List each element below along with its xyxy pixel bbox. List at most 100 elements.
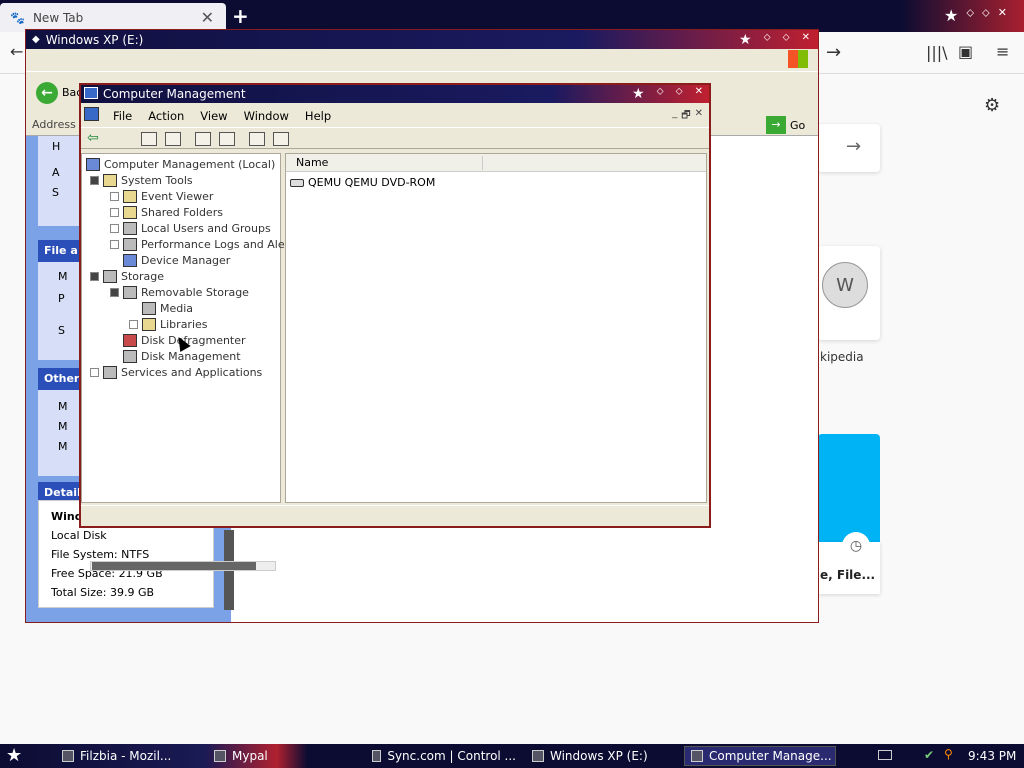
tree-item-media[interactable]: Media <box>142 302 193 315</box>
go-arrow-icon[interactable]: → <box>766 116 786 134</box>
storage-icon <box>103 270 117 283</box>
highlight-card-image[interactable] <box>818 434 880 542</box>
mdi-restore-button[interactable]: 🗗 <box>681 108 690 125</box>
browser-tab[interactable]: 🐾 New Tab ✕ <box>0 3 226 32</box>
menu-view[interactable]: View <box>192 109 235 123</box>
expand-icon[interactable] <box>110 240 119 249</box>
show-hide-tree-icon[interactable] <box>165 132 181 146</box>
tree-item-performance-logs[interactable]: Performance Logs and Alert: <box>110 238 297 251</box>
expand-icon[interactable] <box>110 224 119 233</box>
tree-item-local-users[interactable]: Local Users and Groups <box>110 222 271 235</box>
tree-item-system-tools[interactable]: System Tools <box>90 174 193 187</box>
mdi-close-button[interactable]: ✕ <box>695 108 703 125</box>
tree-label: Services and Applications <box>121 366 263 379</box>
column-header-name[interactable]: Name <box>286 154 706 172</box>
close-button[interactable]: ✕ <box>802 32 810 48</box>
maximize-button[interactable]: ⬦ <box>676 86 683 102</box>
taskbar-item-active[interactable]: Computer Manage... <box>684 746 836 766</box>
properties-icon[interactable] <box>273 132 289 146</box>
column-divider[interactable] <box>482 156 483 170</box>
forward-arrow-icon[interactable]: → <box>826 42 841 63</box>
top-site-tile-wikipedia[interactable]: W <box>818 246 880 340</box>
tree-item-event-viewer[interactable]: Event Viewer <box>110 190 213 203</box>
task-item[interactable]: M <box>58 400 68 413</box>
start-button[interactable]: ★ <box>6 745 22 766</box>
computer-icon <box>691 750 703 762</box>
collapse-icon[interactable] <box>90 176 99 185</box>
tree-item-removable-storage[interactable]: Removable Storage <box>110 286 249 299</box>
task-item[interactable]: M <box>58 420 68 433</box>
go-label[interactable]: Go <box>790 119 805 132</box>
explorer-title-bar[interactable]: ◆ Windows XP (E:) ★ ⬦ ⬦ ✕ <box>26 30 818 49</box>
tree-item-device-manager[interactable]: Device Manager <box>123 254 230 267</box>
export-list-icon[interactable] <box>219 132 235 146</box>
up-folder-icon[interactable] <box>141 132 157 146</box>
task-item[interactable]: H <box>52 140 60 153</box>
browser-tab-title: New Tab <box>32 10 84 25</box>
task-item[interactable]: P <box>58 292 65 305</box>
shared-folder-icon <box>123 206 137 219</box>
address-label: Address <box>32 118 76 131</box>
taskbar-label: Windows XP (E:) <box>550 749 648 763</box>
expand-icon[interactable] <box>129 320 138 329</box>
menu-help[interactable]: Help <box>297 109 339 123</box>
network-icon[interactable]: ✔ <box>924 748 934 762</box>
gear-icon[interactable]: ⚙ <box>984 95 1000 116</box>
collapse-icon[interactable] <box>90 272 99 281</box>
search-icon[interactable]: ⚲ <box>944 747 953 761</box>
tree-label: Shared Folders <box>141 206 223 219</box>
tree-item-libraries[interactable]: Libraries <box>129 318 208 331</box>
tree-item-disk-management[interactable]: Disk Management <box>123 350 241 363</box>
list-item[interactable]: QEMU QEMU DVD-ROM <box>290 176 435 189</box>
library-icon[interactable]: |||\ <box>926 43 948 62</box>
expand-icon[interactable] <box>90 368 99 377</box>
mdi-minimize-button[interactable]: _ <box>672 108 677 125</box>
new-tab-button[interactable]: + <box>232 4 249 28</box>
minimize-button[interactable]: ⬦ <box>764 32 771 48</box>
collapse-icon[interactable] <box>110 288 119 297</box>
task-item[interactable]: M <box>58 440 68 453</box>
back-arrow-icon[interactable]: ⇦ <box>87 130 99 146</box>
taskbar-item[interactable]: Windows XP (E:) <box>526 746 676 766</box>
cm-title-bar[interactable]: Computer Management ★ ⬦ ⬦ ✕ <box>81 85 709 103</box>
menu-icon[interactable]: ≡ <box>996 42 1009 61</box>
task-item[interactable]: S <box>58 324 65 337</box>
scrollbar-thumb[interactable] <box>92 562 256 570</box>
minimize-button[interactable]: ⬦ <box>657 86 664 102</box>
menu-file[interactable]: File <box>105 109 140 123</box>
back-button[interactable]: ← <box>36 82 58 104</box>
minimize-button[interactable]: ⬦ <box>966 6 974 25</box>
maximize-button[interactable]: ⬦ <box>982 6 990 25</box>
sidebar-icon[interactable]: ▣ <box>958 42 973 61</box>
help-icon[interactable] <box>249 132 265 146</box>
menu-action[interactable]: Action <box>140 109 192 123</box>
expand-icon[interactable] <box>110 192 119 201</box>
refresh-icon[interactable] <box>195 132 211 146</box>
taskbar-item[interactable]: Sync.com | Control ... <box>366 746 516 766</box>
search-submit-button[interactable]: → <box>818 124 880 172</box>
maximize-button[interactable]: ⬦ <box>783 32 790 48</box>
tree-label: Storage <box>121 270 165 283</box>
tab-close-icon[interactable]: ✕ <box>201 8 214 27</box>
tree-item-storage[interactable]: Storage <box>90 270 164 283</box>
task-item[interactable]: S <box>52 186 59 199</box>
task-item[interactable]: A <box>52 166 60 179</box>
tree-item-services-apps[interactable]: Services and Applications <box>90 366 262 379</box>
back-arrow-icon[interactable]: ← <box>10 42 23 61</box>
keyboard-icon[interactable] <box>878 750 892 760</box>
expand-icon[interactable] <box>110 208 119 217</box>
task-item[interactable]: M <box>58 270 68 283</box>
close-button[interactable]: ✕ <box>998 6 1007 25</box>
tree-item-shared-folders[interactable]: Shared Folders <box>110 206 223 219</box>
browser-tab-strip: 🐾 New Tab ✕ + ★ ⬦ ⬦ ✕ <box>0 0 1024 32</box>
taskbar-item[interactable]: Mypal <box>208 746 358 766</box>
menu-window[interactable]: Window <box>236 109 297 123</box>
mdi-controls: _ 🗗 ✕ <box>672 108 703 125</box>
clock[interactable]: 9:43 PM <box>968 749 1016 763</box>
tree-item-root[interactable]: Computer Management (Local) <box>86 158 275 171</box>
taskbar-item[interactable]: Filzbia - Mozil... <box>56 746 196 766</box>
removable-storage-icon <box>123 286 137 299</box>
mypal-tab-icon: 🐾 <box>10 10 25 25</box>
close-button[interactable]: ✕ <box>695 86 703 102</box>
details-list: Name QEMU QEMU DVD-ROM <box>285 153 707 503</box>
